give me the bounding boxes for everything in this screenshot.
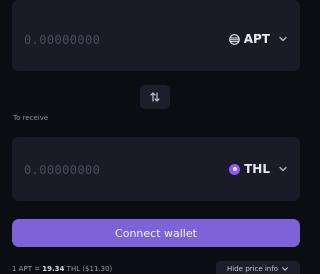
receive-amount-input[interactable]: 0.00000000 [24,163,100,177]
hide-price-info-label: Hide price info [227,265,278,273]
pay-panel: 0.00000000 APT [12,0,300,71]
price-suffix: THL ($11.30) [64,265,113,273]
pay-token-selector[interactable]: APT [228,32,288,46]
price-prefix: 1 APT = [12,265,43,273]
swap-widget: 0.00000000 APT To receive 0.00000000 THL… [0,0,300,274]
pay-amount-input[interactable]: 0.00000000 [24,33,100,47]
swap-direction-button[interactable] [140,85,170,109]
receive-token-symbol: THL [244,162,270,176]
hide-price-info-button[interactable]: Hide price info [216,261,300,274]
receive-token-selector[interactable]: THL [229,162,288,176]
thl-icon [229,163,241,175]
receive-panel: 0.00000000 THL [12,137,300,201]
price-info-text: 1 APT = 19.34 THL ($11.30) [12,265,112,273]
connect-wallet-button[interactable]: Connect wallet [12,219,300,247]
receive-label: To receive [13,114,49,122]
chevron-down-icon [279,36,287,42]
pay-token-symbol: APT [243,32,270,46]
chevron-down-icon [279,166,287,172]
chevron-down-icon [282,267,288,271]
apt-icon [228,33,240,45]
price-rate: 19.34 [42,265,65,273]
swap-arrows-icon [150,92,160,102]
